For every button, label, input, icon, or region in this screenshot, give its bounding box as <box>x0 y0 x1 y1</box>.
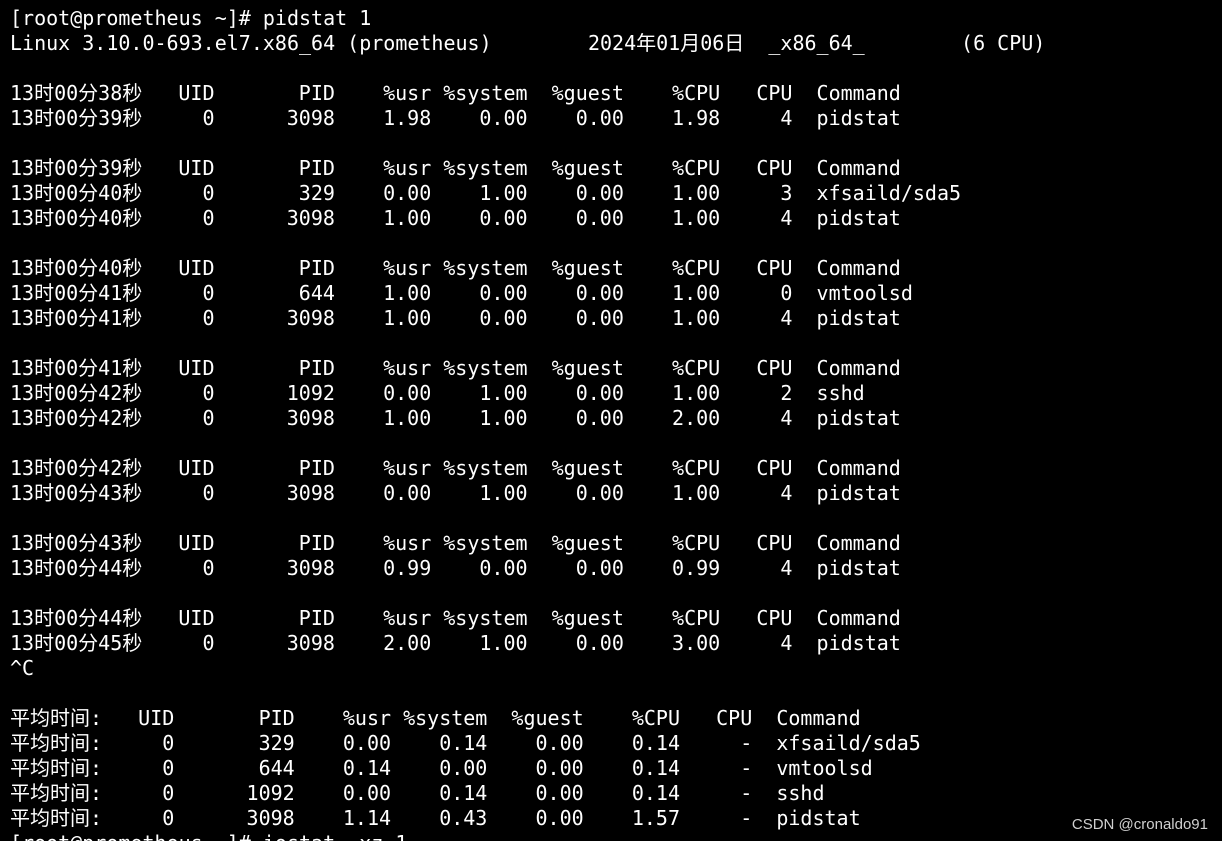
terminal-line: 13时00分40秒 0 3098 1.00 0.00 0.00 1.00 4 p… <box>10 206 901 230</box>
terminal-line: 13时00分42秒 UID PID %usr %system %guest %C… <box>10 456 901 480</box>
terminal-line: [root@prometheus ~]# iostat -xz 1 <box>10 831 407 841</box>
terminal-line: 13时00分41秒 UID PID %usr %system %guest %C… <box>10 356 901 380</box>
terminal-line: ^C <box>10 656 35 680</box>
terminal-line: 13时00分40秒 UID PID %usr %system %guest %C… <box>10 256 901 280</box>
terminal-line: 13时00分42秒 0 1092 0.00 1.00 0.00 1.00 2 s… <box>10 381 865 405</box>
terminal-line: 13时00分42秒 0 3098 1.00 1.00 0.00 2.00 4 p… <box>10 406 901 430</box>
terminal-line: 13时00分39秒 0 3098 1.98 0.00 0.00 1.98 4 p… <box>10 106 901 130</box>
terminal-line: Linux 3.10.0-693.el7.x86_64 (prometheus)… <box>10 31 1046 55</box>
terminal-line: 13时00分40秒 0 329 0.00 1.00 0.00 1.00 3 xf… <box>10 181 962 205</box>
terminal-line: 平均时间: UID PID %usr %system %guest %CPU C… <box>10 706 861 730</box>
terminal-line: 13时00分44秒 UID PID %usr %system %guest %C… <box>10 606 901 630</box>
terminal-line: 13时00分38秒 UID PID %usr %system %guest %C… <box>10 81 901 105</box>
terminal-line: 13时00分43秒 0 3098 0.00 1.00 0.00 1.00 4 p… <box>10 481 901 505</box>
terminal-line: 平均时间: 0 329 0.00 0.14 0.00 0.14 - xfsail… <box>10 731 921 755</box>
terminal-line: 平均时间: 0 1092 0.00 0.14 0.00 0.14 - sshd <box>10 781 825 805</box>
terminal-line: 13时00分43秒 UID PID %usr %system %guest %C… <box>10 531 901 555</box>
terminal-line: 13时00分41秒 0 3098 1.00 0.00 0.00 1.00 4 p… <box>10 306 901 330</box>
terminal-line: 13时00分45秒 0 3098 2.00 1.00 0.00 3.00 4 p… <box>10 631 901 655</box>
terminal-line: 13时00分39秒 UID PID %usr %system %guest %C… <box>10 156 901 180</box>
terminal-line: 平均时间: 0 644 0.14 0.00 0.00 0.14 - vmtool… <box>10 756 873 780</box>
terminal-line: 13时00分44秒 0 3098 0.99 0.00 0.00 0.99 4 p… <box>10 556 901 580</box>
terminal-line: [root@prometheus ~]# pidstat 1 <box>10 6 372 30</box>
watermark: CSDN @cronaldo91 <box>1071 816 1208 833</box>
terminal-line: 平均时间: 0 3098 1.14 0.43 0.00 1.57 - pidst… <box>10 806 861 830</box>
terminal-line: 13时00分41秒 0 644 1.00 0.00 0.00 1.00 0 vm… <box>10 281 913 305</box>
terminal-window[interactable]: [root@prometheus ~]# pidstat 1 Linux 3.1… <box>0 0 1222 841</box>
